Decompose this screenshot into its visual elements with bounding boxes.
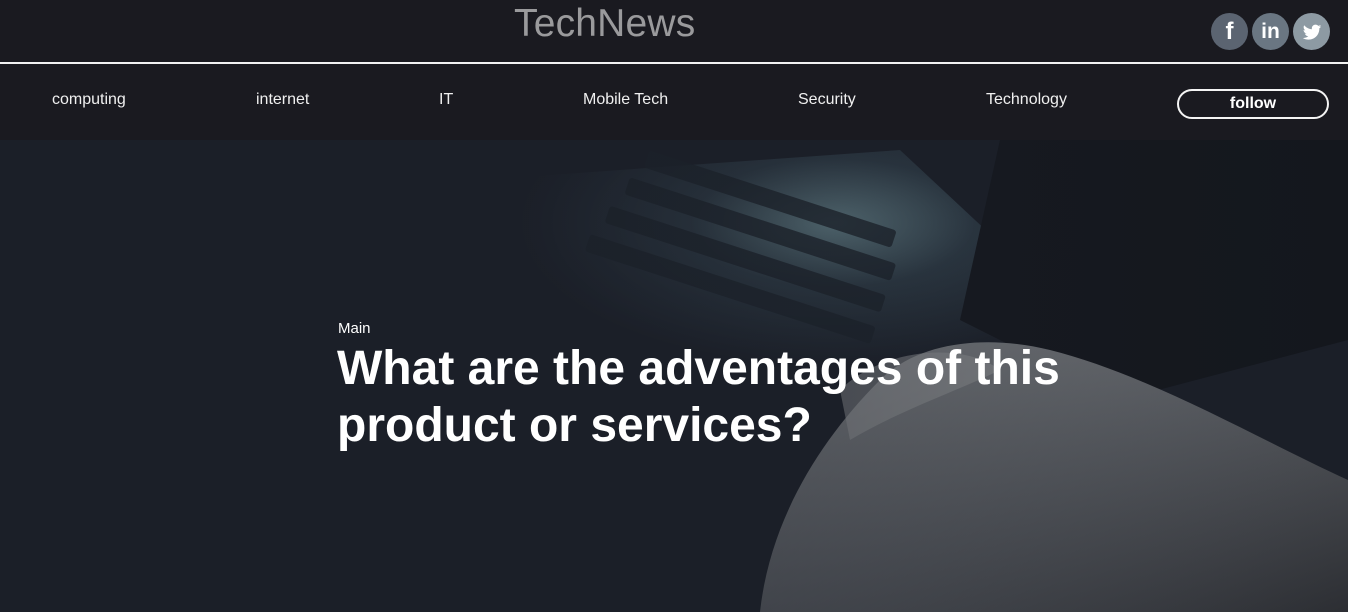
article-category[interactable]: Main — [338, 320, 371, 337]
hero-banner: Main What are the adventages of this pro… — [0, 140, 1348, 612]
nav-item-internet[interactable]: internet — [256, 91, 309, 109]
twitter-bird-icon — [1302, 24, 1321, 40]
follow-button[interactable]: follow — [1177, 89, 1329, 119]
twitter-icon[interactable] — [1293, 13, 1330, 50]
top-header: TechNews f in — [0, 0, 1348, 64]
nav-item-mobile-tech[interactable]: Mobile Tech — [583, 91, 668, 109]
facebook-glyph: f — [1225, 17, 1234, 45]
site-logo[interactable]: TechNews — [514, 2, 696, 46]
article-title[interactable]: What are the adventages of this product … — [337, 340, 1097, 454]
linkedin-icon[interactable]: in — [1252, 13, 1289, 50]
nav-item-security[interactable]: Security — [798, 91, 856, 109]
nav-item-technology[interactable]: Technology — [986, 91, 1067, 109]
facebook-icon[interactable]: f — [1211, 13, 1248, 50]
linkedin-glyph: in — [1261, 19, 1280, 43]
nav-item-computing[interactable]: computing — [52, 91, 126, 109]
nav-item-it[interactable]: IT — [439, 91, 453, 109]
main-nav: computing internet IT Mobile Tech Securi… — [0, 66, 1348, 140]
